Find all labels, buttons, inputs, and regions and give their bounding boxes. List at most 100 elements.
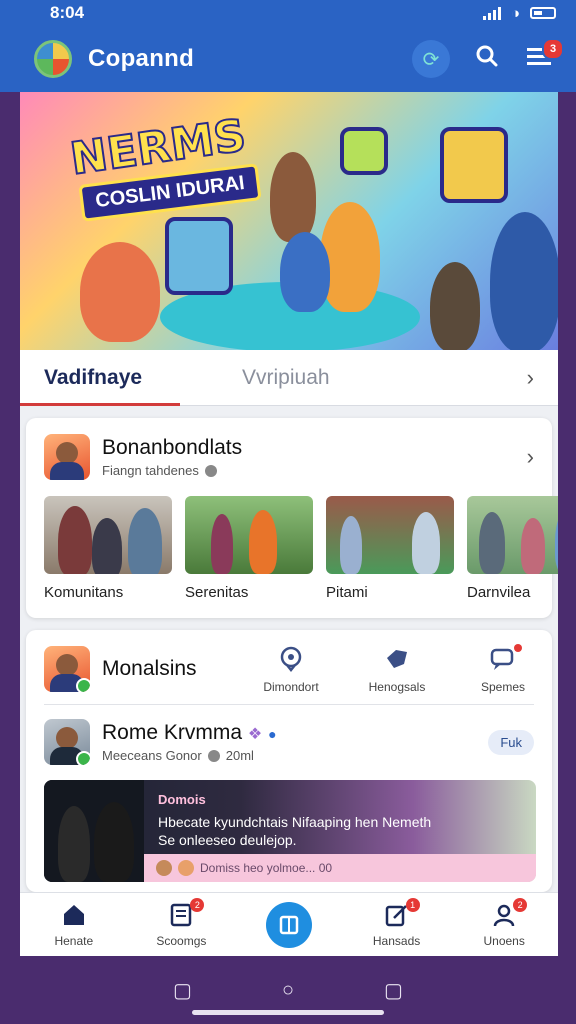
online-status-dot — [76, 751, 90, 765]
app-logo[interactable] — [34, 40, 72, 78]
tab-bar: Vadifnaye Vvripiuah › — [20, 350, 558, 406]
profile-row: Monalsins Dimondort Henogsals Spemes — [26, 630, 552, 694]
app-bar-actions: ⟳ 3 — [412, 38, 564, 78]
post-time: 20ml — [225, 748, 254, 763]
post-header: Rome Krvmma ❖ ● Meeceans Gonor 20ml Fuk — [26, 705, 552, 765]
user-icon: 2 — [491, 898, 528, 930]
nav-label: Hansads — [372, 934, 421, 948]
profile-actions: Dimondort Henogsals Spemes — [260, 644, 534, 694]
nav-badge: 2 — [190, 898, 205, 912]
post-author-avatar[interactable] — [44, 719, 90, 765]
avatar — [178, 860, 194, 876]
hero-banner[interactable]: NERMS COSLIN IDURAI — [20, 92, 558, 350]
status-time: 8:04 — [50, 3, 85, 22]
back-square-icon[interactable]: ▢ — [384, 978, 403, 1003]
community-item[interactable]: Darnvilea — [467, 496, 558, 601]
battery-icon — [530, 7, 556, 19]
refresh-icon: ⟳ — [422, 48, 440, 71]
community-thumbnail-image — [467, 496, 558, 574]
community-item-label: Darnvilea — [467, 584, 531, 601]
post-meta-text: Meeceans Gonor — [102, 748, 202, 763]
community-subtitle: Fiangn tahdenes — [102, 463, 199, 478]
hero-person-right — [490, 212, 558, 350]
online-status-dot — [76, 678, 90, 692]
follow-button[interactable]: Fuk — [488, 729, 534, 755]
community-thumbnail-image — [44, 496, 172, 574]
chevron-right-icon[interactable]: › — [527, 444, 534, 470]
globe-icon — [207, 749, 220, 762]
recents-icon[interactable]: ▢ — [173, 978, 192, 1003]
hero-child-1 — [270, 152, 316, 242]
nav-label: Unoens — [483, 934, 525, 948]
nav-home[interactable]: Henate — [34, 902, 114, 948]
community-item-label: Pitami — [326, 584, 368, 601]
post-media-footer: Domiss heo yolmoe... 00 — [144, 854, 536, 882]
hero-child-2 — [320, 202, 380, 312]
book-icon — [265, 902, 312, 948]
nav-label: Scoomgs — [156, 934, 207, 948]
menu-button[interactable]: 3 — [524, 38, 564, 72]
post-media-image — [44, 780, 144, 882]
nav-center[interactable] — [249, 902, 329, 948]
status-bar: 8:04 ◑ — [0, 0, 576, 26]
post-media-subline: Se onleeseo deulejop. — [158, 832, 297, 848]
community-card: Bonanbondlats Fiangn tahdenes › Komunita… — [26, 418, 558, 618]
post-author-name: Rome Krvmma ❖ ● — [102, 721, 277, 744]
community-thumbnails: Komunitans Serenitas Pitami Darnvilea — [26, 480, 558, 601]
globe-icon — [204, 464, 217, 477]
tab-vvripiuah[interactable]: Vvripiuah — [242, 350, 330, 406]
action-henogsals[interactable]: Henogsals — [366, 644, 428, 694]
location-pin-icon — [278, 644, 304, 674]
post-meta: Meeceans Gonor 20ml — [102, 748, 277, 763]
community-item[interactable]: Pitami — [326, 496, 454, 601]
tab-vadifnaye[interactable]: Vadifnaye — [20, 350, 180, 406]
action-spemes[interactable]: Spemes — [472, 644, 534, 694]
nav-label: Henate — [54, 934, 94, 948]
document-icon: 2 — [168, 898, 205, 930]
status-icons: ◑ — [482, 5, 556, 22]
post-media-banner[interactable]: Domois Hbecate kyundchtais Nifaaping hen… — [44, 780, 536, 882]
emoji-icon: ❖ — [247, 726, 263, 743]
nav-scoomgs[interactable]: 2 Scoomgs — [141, 898, 221, 948]
action-dimondort[interactable]: Dimondort — [260, 644, 322, 694]
nav-unoens[interactable]: 2 Unoens — [464, 898, 544, 948]
hero-child-3 — [280, 232, 330, 312]
chevron-right-icon[interactable]: › — [527, 365, 534, 391]
community-item-label: Komunitans — [44, 584, 124, 601]
post-media-footer-text: Domiss heo yolmoe... 00 — [200, 861, 333, 875]
profile-name: Monalsins — [102, 657, 197, 680]
nav-hansads[interactable]: 1 Hansads — [357, 898, 437, 948]
main-content: NERMS COSLIN IDURAI Vadifnaye Vvripiuah … — [20, 92, 558, 956]
edit-icon: 1 — [384, 898, 420, 930]
community-avatar — [44, 434, 90, 480]
signal-icon — [482, 6, 501, 20]
community-thumbnail-image — [326, 496, 454, 574]
profile-card: Monalsins Dimondort Henogsals Spemes Rom… — [26, 630, 552, 892]
bottom-navigation: Henate 2 Scoomgs 1 Hansads 2 Unoens — [20, 892, 558, 956]
profile-avatar[interactable] — [44, 646, 90, 692]
nav-badge: 2 — [513, 898, 528, 912]
hero-photo-card-left — [165, 217, 233, 295]
search-button[interactable] — [472, 45, 502, 73]
community-item[interactable]: Serenitas — [185, 496, 313, 601]
community-subtitle-row: Fiangn tahdenes — [102, 463, 242, 478]
app-bar: Copannd ⟳ 3 — [0, 26, 576, 92]
hero-sticker-card — [340, 127, 388, 175]
refresh-button[interactable]: ⟳ — [412, 40, 450, 78]
action-label: Spemes — [480, 680, 526, 694]
hero-mascot — [80, 242, 160, 342]
community-item[interactable]: Komunitans — [44, 496, 172, 601]
community-title: Bonanbondlats — [102, 436, 243, 459]
community-item-label: Serenitas — [185, 584, 249, 601]
home-icon — [61, 902, 87, 930]
verified-icon: ● — [268, 726, 277, 742]
community-card-header[interactable]: Bonanbondlats Fiangn tahdenes › — [26, 418, 552, 480]
chat-bubble-icon — [490, 644, 522, 674]
app-title: Copannd — [88, 45, 195, 72]
search-icon — [476, 45, 498, 67]
hero-child-4 — [430, 262, 480, 350]
avatar — [156, 860, 172, 876]
home-circle-icon[interactable]: ○ — [282, 979, 294, 1002]
nav-badge: 1 — [405, 898, 420, 912]
gesture-home-bar[interactable] — [192, 1010, 384, 1015]
